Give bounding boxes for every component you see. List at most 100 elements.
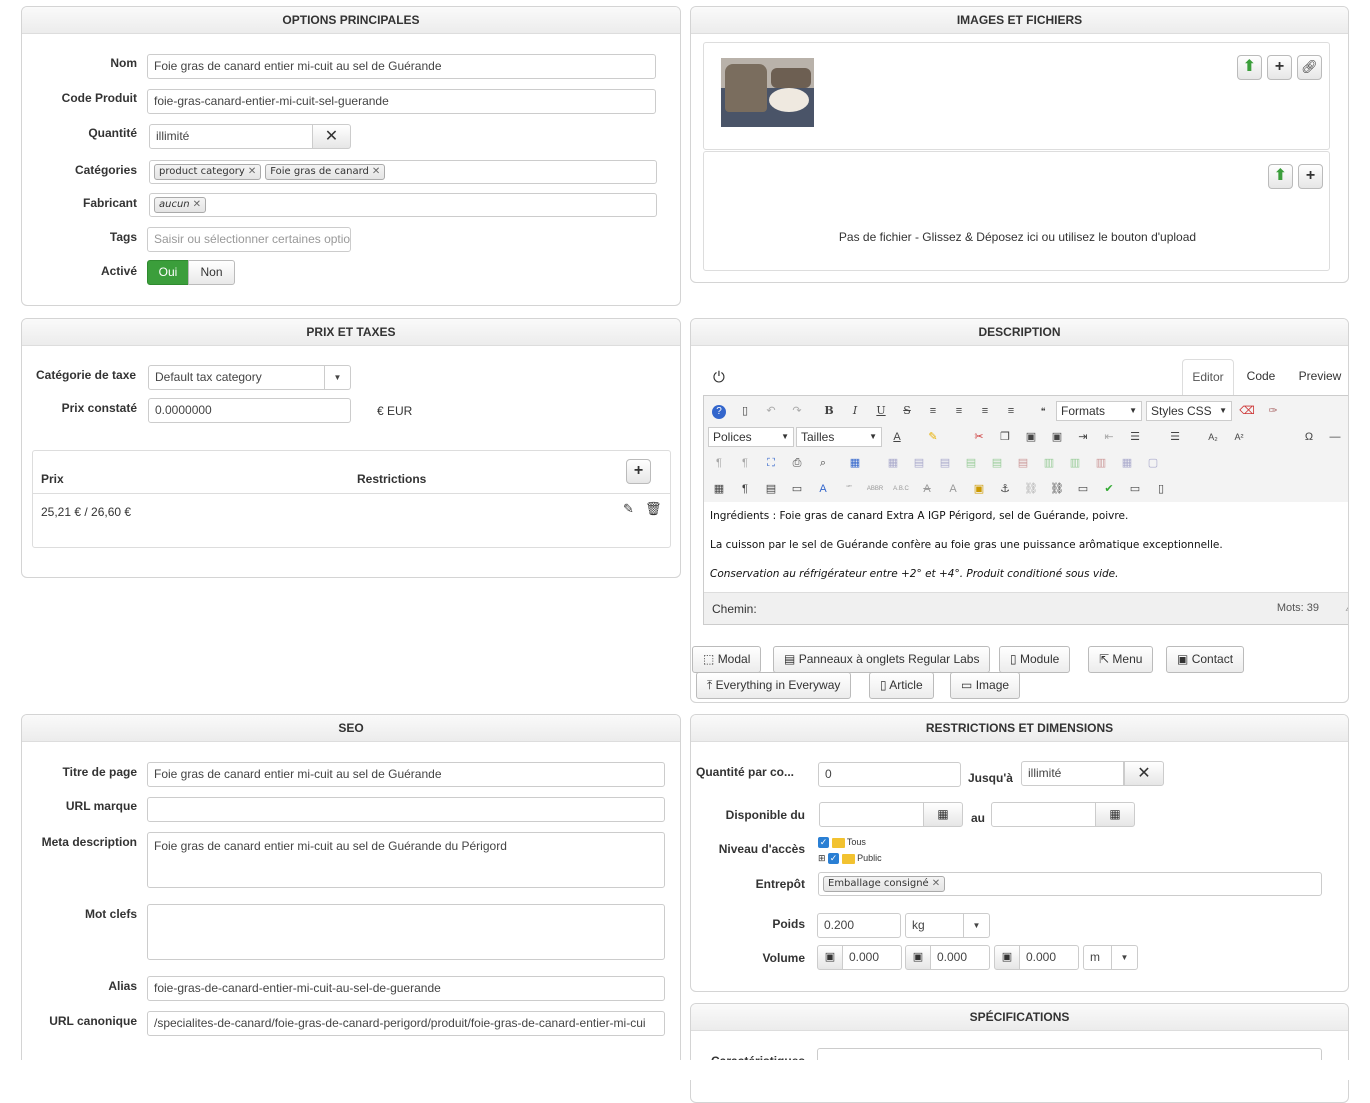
search-icon[interactable]: ⌕ xyxy=(812,453,834,473)
tax-select[interactable]: Default tax category ▼ xyxy=(148,365,351,390)
checkbox-icon[interactable]: ✓ xyxy=(818,837,829,848)
fullscreen-icon[interactable]: ⛶ xyxy=(760,453,782,473)
poids-unit-select[interactable]: kg ▼ xyxy=(905,913,990,938)
fabricant-field[interactable]: aucun ✕ xyxy=(149,193,657,217)
until-clear-button[interactable]: ✕ xyxy=(1124,761,1164,786)
volume-height-input[interactable]: 0.000 xyxy=(1019,945,1079,970)
poids-input[interactable]: 0.200 xyxy=(817,913,901,938)
tab-preview[interactable]: Preview xyxy=(1295,359,1345,395)
underline-icon[interactable]: U xyxy=(870,401,892,421)
anchor-icon[interactable]: ⚓ xyxy=(994,479,1016,499)
col-before-icon[interactable]: ▥ xyxy=(1038,453,1060,473)
ltr-icon[interactable]: ¶ xyxy=(708,453,730,473)
remove-icon[interactable]: ✕ xyxy=(193,199,201,210)
spellcheck-icon[interactable]: ✔ xyxy=(1098,479,1120,499)
unordered-list-icon[interactable]: ☰ xyxy=(1164,427,1186,447)
fonts-select[interactable]: Polices ▼ xyxy=(708,427,794,447)
strike-icon[interactable]: S xyxy=(896,401,918,421)
abbr-icon[interactable]: ABBR xyxy=(864,479,886,499)
eraser-icon[interactable]: ⌫ xyxy=(1236,401,1258,421)
cite-icon[interactable]: “” xyxy=(838,479,860,499)
menu-button[interactable]: ⇱ Menu xyxy=(1088,646,1154,673)
tabs-button[interactable]: ▤ Panneaux à onglets Regular Labs xyxy=(773,646,991,673)
cell-icon[interactable]: ▤ xyxy=(934,453,956,473)
editor-content[interactable]: Ingrédients : Foie gras de canard Extra … xyxy=(704,502,1348,592)
bold-icon[interactable]: B xyxy=(818,401,840,421)
active-no-button[interactable]: Non xyxy=(188,260,235,285)
hr-icon[interactable]: — xyxy=(1324,427,1346,447)
paste-icon[interactable]: ▣ xyxy=(1020,427,1042,447)
cut-icon[interactable]: ✂ xyxy=(968,427,990,447)
canonical-input[interactable]: /specialites-de-canard/foie-gras-de-cana… xyxy=(147,1011,665,1036)
active-yes-button[interactable]: Oui xyxy=(147,260,189,285)
indent-icon[interactable]: ⇥ xyxy=(1072,427,1094,447)
nonbreaking-icon[interactable]: ▭ xyxy=(1124,479,1146,499)
category-tag[interactable]: Foie gras de canard ✕ xyxy=(265,164,386,180)
module-button[interactable]: ▯ Module xyxy=(999,646,1071,673)
tab-editor[interactable]: Editor xyxy=(1182,359,1234,395)
link-insert-icon[interactable]: ⛓ xyxy=(1046,479,1068,499)
delete-row-icon[interactable]: ▤ xyxy=(1012,453,1034,473)
link-button[interactable]: 🔗︎ xyxy=(1297,55,1322,80)
upload-file-button[interactable]: ⬆ xyxy=(1268,164,1293,189)
keywords-textarea[interactable] xyxy=(147,904,665,960)
align-left-icon[interactable]: ≡ xyxy=(922,401,944,421)
visual-aid-icon[interactable]: ▦ xyxy=(708,479,730,499)
justify-icon[interactable]: ≡ xyxy=(1000,401,1022,421)
add-price-button[interactable]: + xyxy=(626,459,651,484)
access-tous[interactable]: ✓ Tous xyxy=(818,837,882,853)
align-right-icon[interactable]: ≡ xyxy=(974,401,996,421)
table-icon[interactable]: ▦ xyxy=(844,453,866,473)
insert-row-icon[interactable]: ▤ xyxy=(960,453,982,473)
italic-icon[interactable]: I xyxy=(844,401,866,421)
quantity-clear-button[interactable]: ✕ xyxy=(312,124,351,149)
dispo-to-input[interactable] xyxy=(991,802,1096,827)
dispo-from-calendar-button[interactable]: ▦ xyxy=(923,802,963,827)
everything-button[interactable]: ⤒ Everything in Everyway xyxy=(696,672,852,699)
template-icon[interactable]: ▤ xyxy=(760,479,782,499)
power-icon[interactable]: ⏻ xyxy=(713,369,725,386)
row-after-icon[interactable]: ▤ xyxy=(986,453,1008,473)
unlink-icon[interactable]: ⛓ xyxy=(1020,479,1042,499)
copy-icon[interactable]: ❐ xyxy=(994,427,1016,447)
split-cells-icon[interactable]: ▦ xyxy=(1116,453,1138,473)
checkbox-icon[interactable]: ✓ xyxy=(828,853,840,864)
formats-select[interactable]: Formats ▼ xyxy=(1056,401,1142,421)
layer-icon[interactable]: ▭ xyxy=(786,479,808,499)
image-dropzone[interactable]: ⬆ + 🔗︎ xyxy=(703,42,1330,150)
special-char-icon[interactable]: Ω xyxy=(1298,427,1320,447)
remove-icon[interactable]: ✕ xyxy=(372,166,380,177)
media-icon[interactable]: ▭ xyxy=(1072,479,1094,499)
expand-icon[interactable]: ⊞ xyxy=(818,853,826,863)
article-button[interactable]: ▯ Article xyxy=(869,672,934,699)
paste-text-icon[interactable]: ▣ xyxy=(1046,427,1068,447)
delete-col-icon[interactable]: ▥ xyxy=(1090,453,1112,473)
qty-per-input[interactable]: 0 xyxy=(818,762,961,787)
show-blocks-icon[interactable]: ¶ xyxy=(734,479,756,499)
table-props-icon[interactable]: ▦ xyxy=(882,453,904,473)
rtl-icon[interactable]: ¶ xyxy=(734,453,756,473)
remove-icon[interactable]: ✕ xyxy=(932,878,940,889)
trash-icon[interactable]: 🗑︎ xyxy=(645,501,662,517)
row-icon[interactable]: ▤ xyxy=(908,453,930,473)
product-thumbnail[interactable] xyxy=(721,58,814,127)
undo-icon[interactable]: ↶ xyxy=(760,401,782,421)
add-image-button[interactable]: + xyxy=(1267,55,1292,80)
styles-select[interactable]: Styles CSS ▼ xyxy=(1146,401,1232,421)
meta-textarea[interactable]: Foie gras de canard entier mi-cuit au se… xyxy=(147,832,665,888)
styles-icon[interactable]: A xyxy=(812,479,834,499)
resize-handle-icon[interactable]: ⁄⁄ xyxy=(1348,603,1349,614)
cleanup-icon[interactable]: ✑ xyxy=(1262,401,1284,421)
until-input[interactable]: illimité xyxy=(1021,761,1124,786)
volume-unit-select[interactable]: m ▼ xyxy=(1083,945,1138,970)
access-public[interactable]: ⊞ ✓ Public xyxy=(818,853,882,869)
file-dropzone[interactable]: ⬆ + Pas de fichier - Glissez & Déposez i… xyxy=(703,151,1330,271)
highlight-icon[interactable]: ✎ xyxy=(922,427,944,447)
volume-length-input[interactable]: 0.000 xyxy=(842,945,902,970)
acronym-icon[interactable]: A.B.C xyxy=(890,479,912,499)
entrepot-field[interactable]: Emballage consigné ✕ xyxy=(818,872,1322,896)
tab-code[interactable]: Code xyxy=(1241,359,1281,395)
del-icon[interactable]: A xyxy=(916,479,938,499)
prix-input[interactable]: 0.0000000 xyxy=(148,398,351,423)
upload-button[interactable]: ⬆ xyxy=(1237,55,1262,80)
